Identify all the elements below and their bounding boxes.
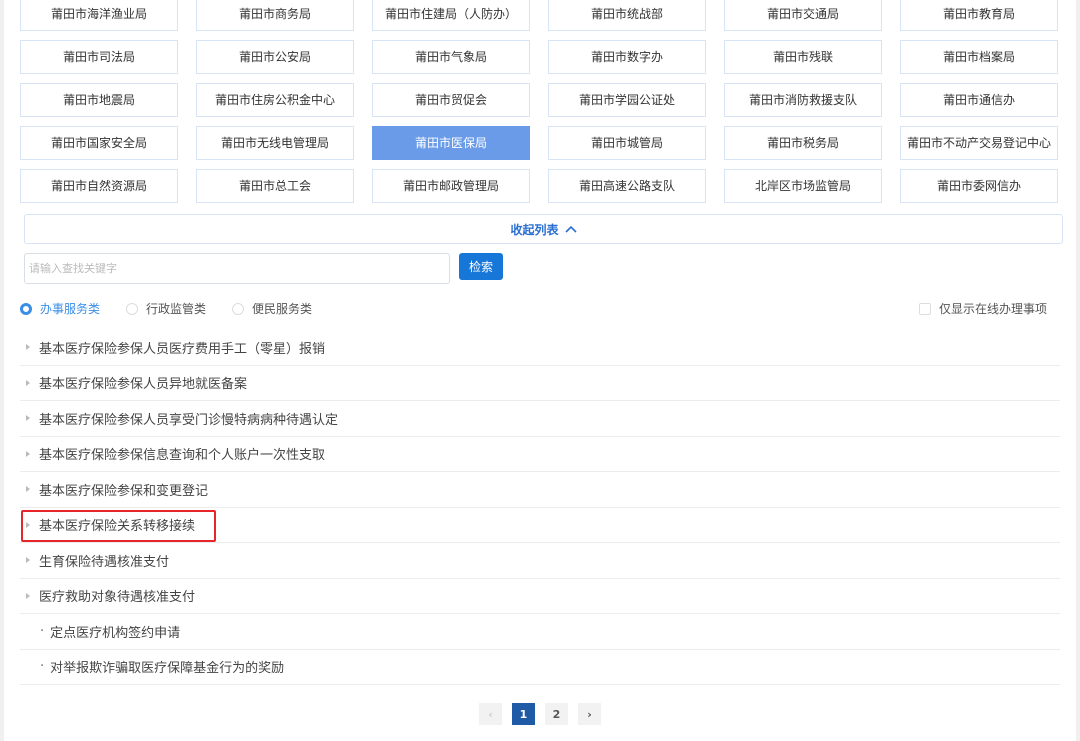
list-item-label: 基本医疗保险关系转移接续: [39, 519, 196, 535]
radio-circle-icon[interactable]: [126, 302, 139, 315]
department-button[interactable]: 莆田市总工会: [196, 169, 354, 203]
department-button[interactable]: 莆田市海洋渔业局: [20, 0, 178, 31]
list-item[interactable]: 基本医疗保险参保人员享受门诊慢特病病种待遇认定: [20, 401, 1060, 437]
category-radio[interactable]: 办事服务类: [20, 300, 100, 317]
page-right-edge: [1076, 0, 1080, 741]
caret-right-icon: [26, 450, 30, 457]
radio-circle-icon[interactable]: [20, 302, 32, 315]
department-button[interactable]: 莆田市邮政管理局: [372, 169, 530, 203]
department-button[interactable]: 莆田市自然资源局: [20, 169, 178, 203]
department-button[interactable]: 莆田市地震局: [20, 83, 178, 117]
caret-right-icon: [26, 486, 30, 493]
department-button[interactable]: 莆田市不动产交易登记中心: [900, 126, 1058, 160]
list-item-label: 基本医疗保险参保和变更登记: [39, 483, 209, 499]
page-left-edge: [0, 0, 4, 741]
department-button[interactable]: 莆田市统战部: [548, 0, 706, 31]
list-item[interactable]: 基本医疗保险参保人员医疗费用手工（零星）报销: [20, 330, 1060, 366]
department-button[interactable]: 莆田市国家安全局: [20, 126, 178, 160]
department-button[interactable]: 莆田市教育局: [900, 0, 1058, 31]
caret-right-icon: [26, 557, 30, 564]
department-button[interactable]: 莆田市医保局: [372, 126, 530, 160]
department-button[interactable]: 莆田市通信办: [900, 83, 1058, 117]
department-button[interactable]: 莆田市司法局: [20, 40, 178, 74]
department-button[interactable]: 莆田市城管局: [548, 126, 706, 160]
list-item[interactable]: 基本医疗保险参保和变更登记: [20, 472, 1060, 508]
department-button[interactable]: 莆田市交通局: [724, 0, 882, 31]
list-item[interactable]: 医疗救助对象待遇核准支付: [20, 579, 1060, 614]
list-item[interactable]: 基本医疗保险参保人员异地就医备案: [20, 366, 1060, 401]
list-item-label: 基本医疗保险参保人员医疗费用手工（零星）报销: [39, 341, 326, 357]
department-button[interactable]: 北岸区市场监管局: [724, 169, 882, 203]
department-button[interactable]: 莆田市消防救援支队: [724, 83, 882, 117]
department-button[interactable]: 莆田市税务局: [724, 126, 882, 160]
page-button[interactable]: 1: [512, 703, 535, 725]
department-button[interactable]: 莆田市住房公积金中心: [196, 83, 354, 117]
collapse-label: 收起列表: [510, 222, 559, 237]
category-label: 行政监管类: [146, 302, 207, 316]
category-radio[interactable]: 行政监管类: [126, 300, 206, 317]
department-button[interactable]: 莆田市公安局: [196, 40, 354, 74]
list-item-label: 生育保险待遇核准支付: [39, 554, 170, 570]
checkbox-box[interactable]: [919, 302, 931, 315]
department-button[interactable]: 莆田市住建局（人防办）: [372, 0, 530, 31]
list-item-label: 基本医疗保险参保人员享受门诊慢特病病种待遇认定: [39, 412, 339, 428]
category-radio-group: 办事服务类 行政监管类 便民服务类: [20, 300, 338, 317]
category-label: 便民服务类: [252, 302, 313, 316]
search-input[interactable]: [24, 253, 450, 284]
list-item-label: 对举报欺诈骗取医疗保障基金行为的奖励: [50, 661, 285, 677]
list-item-label: 医疗救助对象待遇核准支付: [39, 590, 196, 606]
next-page-button[interactable]: ›: [578, 703, 601, 725]
list-item-label: 基本医疗保险参保人员异地就医备案: [39, 377, 248, 393]
list-item-label: 基本医疗保险参保信息查询和个人账户一次性支取: [39, 448, 326, 464]
list-item[interactable]: 基本医疗保险参保信息查询和个人账户一次性支取: [20, 437, 1060, 472]
list-item[interactable]: · 定点医疗机构签约申请: [20, 614, 1060, 650]
caret-right-icon: [26, 521, 30, 528]
collapse-list-button[interactable]: 收起列表: [24, 214, 1063, 244]
online-only-checkbox[interactable]: 仅显示在线办理事项: [919, 300, 1047, 317]
department-button[interactable]: 莆田市学园公证处: [548, 83, 706, 117]
department-button[interactable]: 莆田高速公路支队: [548, 169, 706, 203]
list-item[interactable]: 基本医疗保险关系转移接续: [20, 508, 1060, 543]
department-grid: 莆田市海洋渔业局 莆田市商务局 莆田市住建局（人防办） 莆田市统战部 莆田市交通局 莆田市…: [20, 0, 1058, 203]
pagination: ‹ 1 2 ›: [479, 703, 601, 725]
category-radio[interactable]: 便民服务类: [232, 300, 312, 317]
department-button[interactable]: 莆田市气象局: [372, 40, 530, 74]
department-button[interactable]: 莆田市贸促会: [372, 83, 530, 117]
caret-right-icon: [26, 415, 30, 422]
page-button[interactable]: 2: [545, 703, 568, 725]
prev-page-button[interactable]: ‹: [479, 703, 502, 725]
search-button[interactable]: 检索: [459, 253, 503, 280]
department-button[interactable]: 莆田市残联: [724, 40, 882, 74]
department-button[interactable]: 莆田市无线电管理局: [196, 126, 354, 160]
caret-right-icon: [26, 379, 30, 386]
bullet-icon: ·: [40, 659, 45, 675]
caret-right-icon: [26, 344, 30, 351]
caret-right-icon: [26, 592, 30, 599]
list-item-label: 定点医疗机构签约申请: [50, 625, 181, 641]
department-button[interactable]: 莆田市数字办: [548, 40, 706, 74]
list-item[interactable]: 生育保险待遇核准支付: [20, 543, 1060, 579]
online-only-label: 仅显示在线办理事项: [939, 302, 1048, 316]
department-button[interactable]: 莆田市委网信办: [900, 169, 1058, 203]
bullet-icon: ·: [40, 623, 45, 639]
category-label: 办事服务类: [40, 302, 101, 316]
department-button[interactable]: 莆田市档案局: [900, 40, 1058, 74]
radio-circle-icon[interactable]: [232, 302, 245, 315]
list-item[interactable]: · 对举报欺诈骗取医疗保障基金行为的奖励: [20, 650, 1060, 685]
service-list: 基本医疗保险参保人员医疗费用手工（零星）报销 基本医疗保险参保人员异地就医备案 基本…: [20, 330, 1060, 685]
chevron-up-icon: [564, 225, 577, 233]
department-button[interactable]: 莆田市商务局: [196, 0, 354, 31]
